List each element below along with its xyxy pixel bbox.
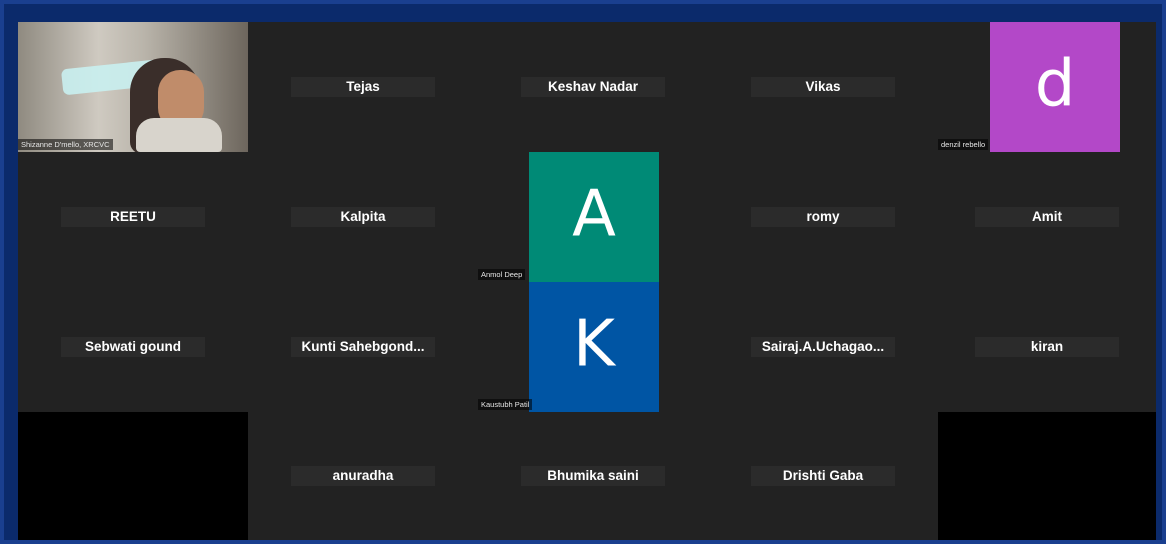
participant-tile-reetu[interactable]: REETU — [18, 152, 248, 282]
participant-name: denzil rebello — [938, 139, 989, 150]
meeting-window: Shizanne D'mello, XRCVC Tejas Keshav Nad… — [0, 0, 1166, 544]
participant-tile-anuradha[interactable]: anuradha — [248, 412, 478, 540]
participant-name: Keshav Nadar — [521, 77, 665, 97]
participant-tile-kalpita[interactable]: Kalpita — [248, 152, 478, 282]
participant-tile-drishti[interactable]: Drishti Gaba — [708, 412, 938, 540]
participant-name: Bhumika saini — [521, 466, 665, 486]
participant-name: Anmol Deep — [478, 269, 526, 280]
person-body — [136, 118, 222, 152]
participant-tile-bhumika[interactable]: Bhumika saini — [478, 412, 708, 540]
participant-name: Kalpita — [291, 207, 435, 227]
participant-tile-sebwati[interactable]: Sebwati gound — [18, 282, 248, 412]
participant-tile-amit[interactable]: Amit — [938, 152, 1156, 282]
participant-name: Shizanne D'mello, XRCVC — [18, 139, 113, 150]
participant-tile-sairaj[interactable]: Sairaj.A.Uchagao... — [708, 282, 938, 412]
participant-tile-keshav[interactable]: Keshav Nadar — [478, 22, 708, 152]
participant-name: Kaustubh Patil — [478, 399, 533, 410]
participant-name: Drishti Gaba — [751, 466, 895, 486]
avatar: K — [529, 282, 659, 412]
participant-name: Sebwati gound — [61, 337, 205, 357]
participant-tile-denzil[interactable]: d denzil rebello — [938, 22, 1156, 152]
participant-name: anuradha — [291, 466, 435, 486]
avatar-letter: K — [573, 307, 615, 382]
participant-name: REETU — [61, 207, 205, 227]
participant-name: Amit — [975, 207, 1119, 227]
avatar-letter: d — [1034, 47, 1076, 122]
participant-tile-shizanne[interactable]: Shizanne D'mello, XRCVC — [18, 22, 248, 152]
avatar: d — [990, 22, 1120, 152]
participant-tile-kiran[interactable]: kiran — [938, 282, 1156, 412]
participant-tile-romy[interactable]: romy — [708, 152, 938, 282]
avatar-letter: A — [572, 177, 616, 252]
participant-name: Tejas — [291, 77, 435, 97]
empty-tile-right — [938, 412, 1156, 540]
participant-name: Vikas — [751, 77, 895, 97]
participant-tile-vikas[interactable]: Vikas — [708, 22, 938, 152]
participant-tile-tejas[interactable]: Tejas — [248, 22, 478, 152]
participant-tile-anmol[interactable]: A Anmol Deep — [478, 152, 708, 282]
participant-tile-kunti[interactable]: Kunti Sahebgond... — [248, 282, 478, 412]
participant-name: kiran — [975, 337, 1119, 357]
participant-name: Sairaj.A.Uchagao... — [751, 337, 895, 357]
gallery-grid: Shizanne D'mello, XRCVC Tejas Keshav Nad… — [18, 22, 1156, 540]
empty-tile-left — [18, 412, 248, 540]
participant-name: romy — [751, 207, 895, 227]
avatar: A — [529, 152, 659, 282]
participant-name: Kunti Sahebgond... — [291, 337, 435, 357]
participant-tile-kaustubh[interactable]: K Kaustubh Patil — [478, 282, 708, 412]
